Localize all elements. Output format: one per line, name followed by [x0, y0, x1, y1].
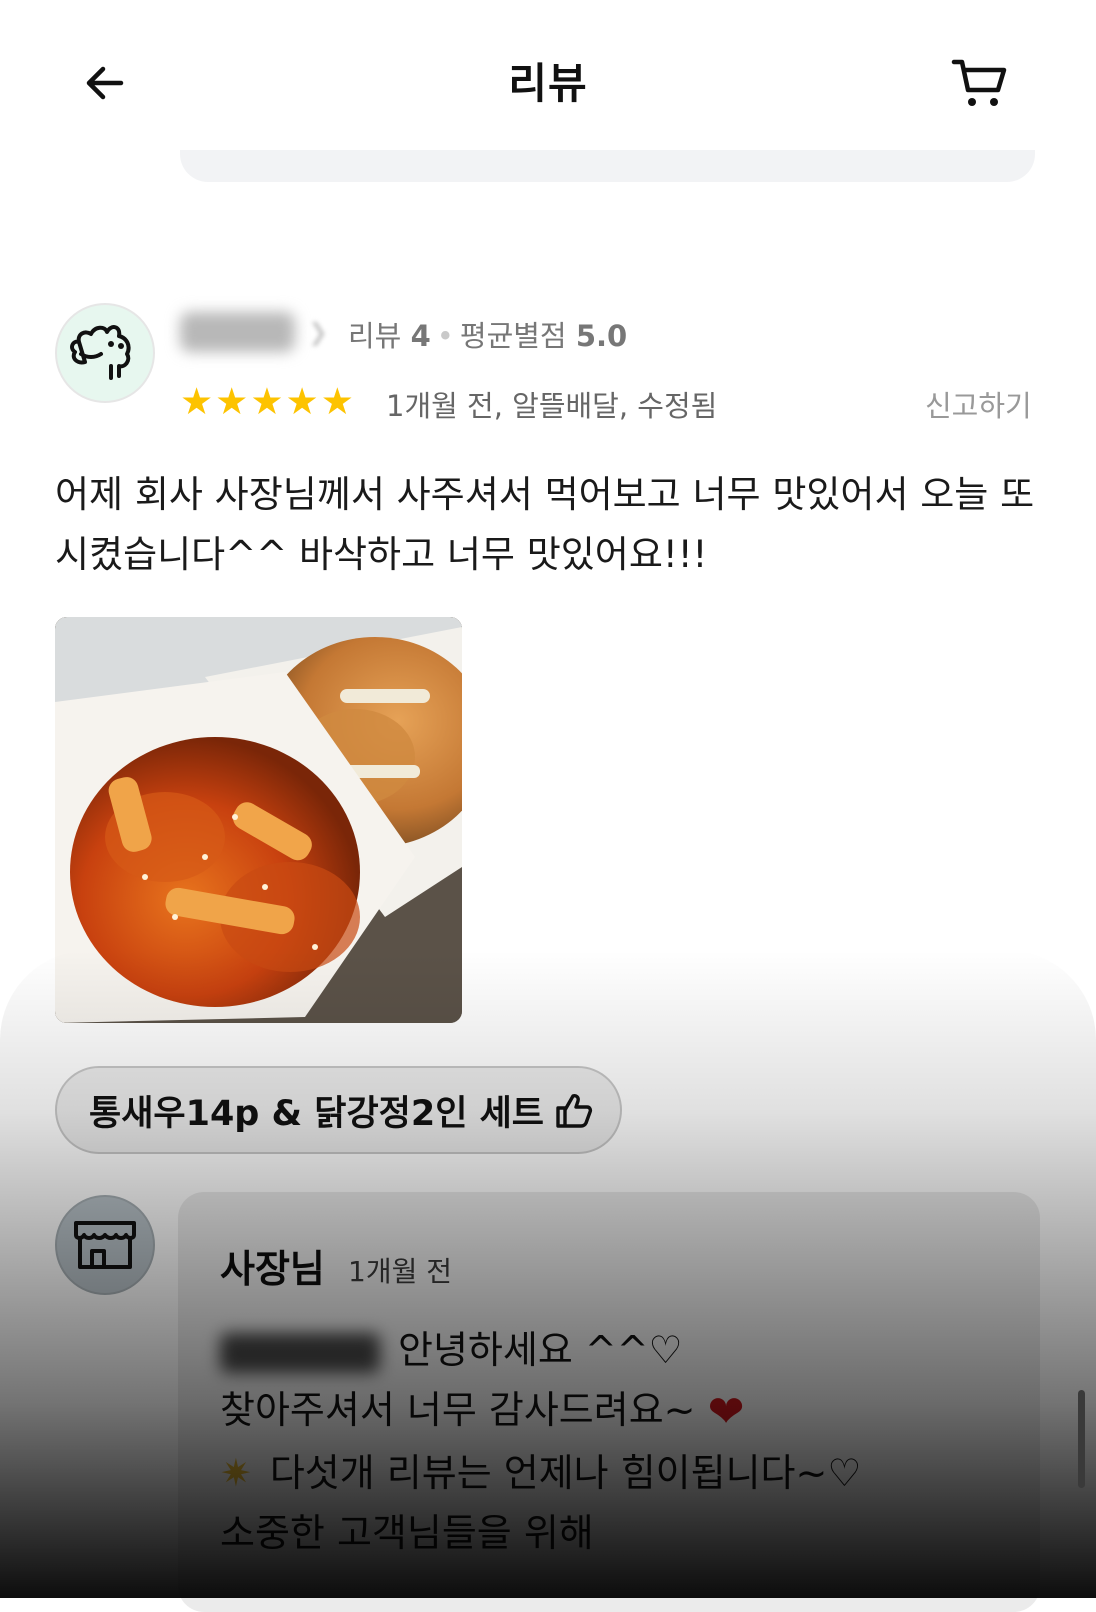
reply-line: 찾아주셔서 너무 감사드려요~ ❤: [220, 1380, 1020, 1443]
reply-thanks: 찾아주셔서 너무 감사드려요~: [220, 1388, 696, 1432]
reviewer-meta: 리뷰 4 • 평균별점 5.0: [348, 313, 627, 355]
review-info: 1개월 전, 알뜰배달, 수정됨: [386, 389, 718, 423]
star-rating: ★ ★ ★ ★ ★: [180, 382, 354, 422]
page-title: 리뷰: [508, 59, 588, 108]
reply-line: 안녕하세요 ^^♡: [220, 1320, 1020, 1380]
cart-icon: [951, 59, 1007, 106]
reviewer-name-blurred[interactable]: [180, 312, 295, 352]
sparkle-star-icon: ✷: [220, 1450, 252, 1495]
thumbs-up-icon: [556, 1094, 593, 1128]
reply-encourage: 다섯개 리뷰는 언제나 힘이됩니다~♡: [269, 1450, 862, 1495]
reply-greeting: 안녕하세요 ^^♡: [398, 1328, 683, 1372]
owner-avatar: [55, 1195, 155, 1295]
reply-text: 안녕하세요 ^^♡ 찾아주셔서 너무 감사드려요~ ❤ ✷ 다섯개 리뷰는 언제나…: [220, 1320, 1020, 1563]
star-icon: ★: [215, 380, 249, 423]
reply-closing: 소중한 고객님들을 위해: [220, 1510, 594, 1555]
doodle-character-icon: [70, 325, 131, 380]
heart-icon: ❤: [707, 1386, 745, 1438]
owner-label: 사장님: [220, 1247, 325, 1291]
review-photo[interactable]: [55, 617, 462, 1023]
menu-chip-label: 통새우14p & 닭강정2인 세트: [89, 1093, 544, 1134]
avg-rating: 5.0: [575, 319, 628, 353]
scrollbar-thumb[interactable]: [1078, 1390, 1085, 1488]
reply-line: ✷ 다섯개 리뷰는 언제나 힘이됩니다~♡: [220, 1443, 1020, 1503]
star-icon: ★: [320, 380, 354, 423]
chevron-right-icon: ❯: [308, 318, 329, 346]
menu-chip[interactable]: 통새우14p & 닭강정2인 세트: [55, 1066, 622, 1154]
reply-time: 1개월 전: [348, 1255, 452, 1288]
fried-chicken-photo: [55, 617, 462, 1023]
customer-name-blurred: [220, 1332, 380, 1373]
dot-separator: •: [436, 319, 454, 353]
star-icon: ★: [180, 380, 214, 423]
previous-card-edge: [180, 150, 1035, 182]
review-count-label: 리뷰: [348, 319, 402, 353]
review-text: 어제 회사 사장님께서 사주셔서 먹어보고 너무 맛있어서 오늘 또 시켰습니다…: [55, 473, 1035, 576]
cart-button[interactable]: [945, 48, 1015, 118]
reviewer-avatar[interactable]: [55, 303, 155, 403]
star-icon: ★: [250, 380, 284, 423]
review-count: 4: [410, 319, 431, 353]
report-button[interactable]: 신고하기: [925, 383, 1032, 425]
top-bar: 리뷰: [0, 0, 1096, 160]
store-icon: [74, 1221, 136, 1269]
avg-rating-label: 평균별점: [459, 319, 567, 353]
star-icon: ★: [285, 380, 319, 423]
reply-line: 소중한 고객님들을 위해: [220, 1503, 1020, 1563]
